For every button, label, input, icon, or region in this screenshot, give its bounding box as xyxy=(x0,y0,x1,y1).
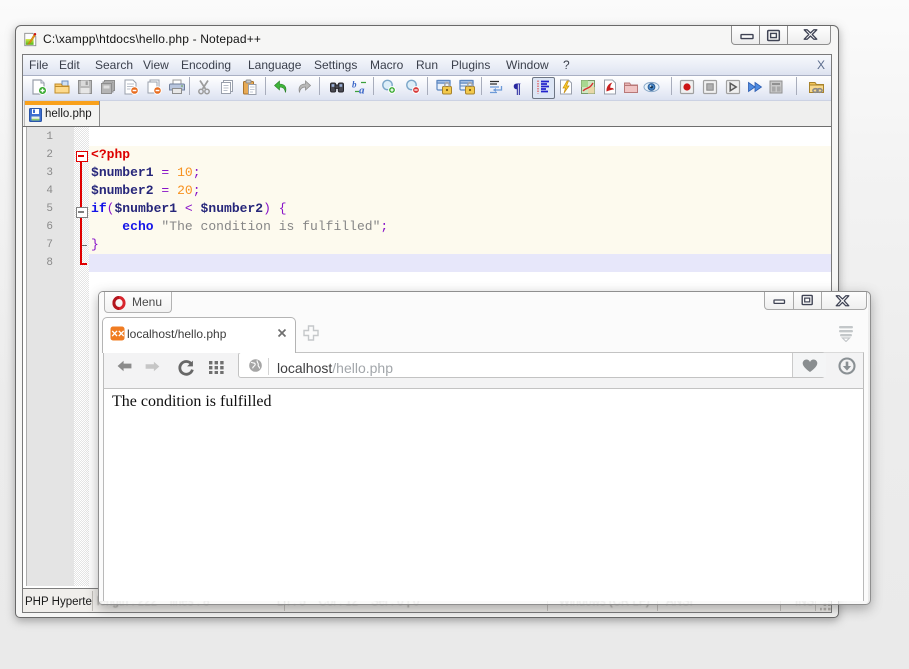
svg-text:b: b xyxy=(352,80,357,90)
svg-text:¶: ¶ xyxy=(513,81,521,95)
svg-text:a: a xyxy=(359,85,365,96)
svg-text:××: ×× xyxy=(111,329,125,341)
